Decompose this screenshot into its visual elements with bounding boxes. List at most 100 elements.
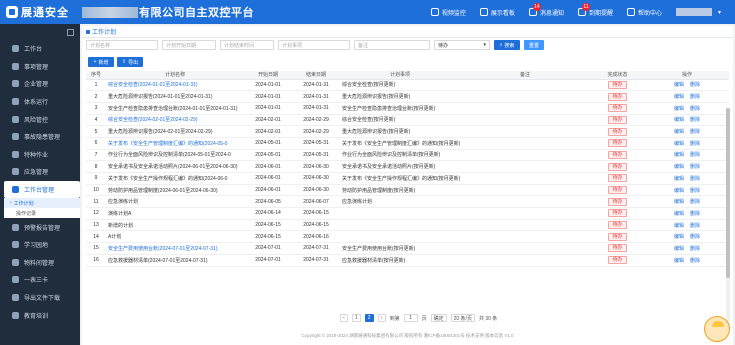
delete-link[interactable]: 删除 [690,188,700,194]
reset-button[interactable]: 重置 [524,40,544,50]
sidebar-item-workbench-management[interactable]: 工作台管理 [4,180,80,199]
cell-name: 重大危险源辨识报告(2024-01-01至2024-01-31) [106,90,244,103]
sidebar-item-training[interactable]: 教育培训 [0,306,80,324]
edit-link[interactable]: 编辑 [674,141,684,147]
plan-item-input[interactable]: 计划事项 [278,40,350,50]
cell-end: 2024-06-16 [292,230,340,244]
sidebar-item-enterprise[interactable]: 企业管理 [0,75,80,93]
nav-expiry-reminders[interactable]: 11 到期提醒 [577,2,613,17]
app-logo[interactable]: 展通安全 [0,4,80,20]
remark-input[interactable]: 备注 [354,40,430,50]
delete-link[interactable]: 删除 [690,82,700,88]
sidebar-item-matters[interactable]: 事项管理 [0,58,80,76]
edit-link[interactable]: 编辑 [674,246,684,252]
sidebar-subitem-operation-log[interactable]: 操作记录 [4,208,80,218]
cell-name[interactable]: 关于发布《安全生产管理制度汇编》的通知(2024-05-0 [106,137,244,150]
sidebar-item-export-download[interactable]: 导出文件下载 [0,289,80,307]
end-date-input[interactable]: 计划结束时间 [220,40,274,50]
plan-name-input[interactable]: 计划名称 [86,40,158,50]
delete-link[interactable]: 删除 [690,199,700,205]
edit-link[interactable]: 编辑 [674,176,684,182]
delete-link[interactable]: 删除 [690,223,700,229]
logo-icon [6,6,18,18]
sidebar-item-hazard[interactable]: 事故隐患管理 [0,128,80,146]
nav-label: 展示看板 [490,10,515,17]
sidebar-item-one-table-three-cards[interactable]: 一表三卡 [0,271,80,289]
search-button[interactable]: ⌕ 搜索 [494,40,520,50]
sidebar-item-learning[interactable]: 学习园地 [0,236,80,254]
status-select[interactable]: 待办 ▾ [434,40,490,50]
delete-link[interactable]: 删除 [690,246,700,252]
sidebar-item-special-work[interactable]: 特种作业 [0,146,80,164]
assistant-avatar[interactable] [704,316,730,342]
chevron-down-icon: ▾ [483,42,486,48]
edit-link[interactable]: 编辑 [674,188,684,194]
sidebar-item-materials[interactable]: 物料间管理 [0,254,80,272]
sidebar-subitem-work-plan[interactable]: 工作计划 [4,198,80,209]
sidebar-toggle[interactable] [0,24,80,40]
edit-link[interactable]: 编辑 [674,258,684,264]
edit-link[interactable]: 编辑 [674,117,684,123]
cell-start: 2024-06-01 [244,172,292,185]
scrollbar-thumb[interactable] [726,108,730,278]
next-page-button[interactable]: › [377,314,386,322]
grid-icon [67,28,74,36]
cell-name[interactable]: 综合安全检查(2024-01-01至2024-01-31) [106,79,244,92]
edit-link[interactable]: 编辑 [674,211,684,217]
delete-link[interactable]: 删除 [690,94,700,100]
page-button[interactable]: 1 [352,314,361,322]
table-row: 12 演练计划A 2024-06-14 2024-06-15 待办 编辑 删除 [86,207,729,220]
sidebar-item-warning-report[interactable]: 预警报告管理 [0,218,80,236]
delete-link[interactable]: 删除 [690,234,700,240]
goto-confirm-button[interactable]: 确定 [430,314,447,322]
delete-link[interactable]: 删除 [690,117,700,123]
add-button[interactable]: + 新增 [88,57,114,67]
export-button[interactable]: ⇪ 导出 [117,57,143,67]
tab-work-plan[interactable]: 工作计划 [86,27,116,36]
delete-link[interactable]: 删除 [690,152,700,158]
delete-link[interactable]: 删除 [690,106,700,112]
edit-link[interactable]: 编辑 [674,199,684,205]
delete-link[interactable]: 删除 [690,141,700,147]
edit-link[interactable]: 编辑 [674,234,684,240]
edit-link[interactable]: 编辑 [674,106,684,112]
cell-name[interactable]: 安全生产费用使用台账(2024-07-01至2024-07-31) [106,242,244,255]
edit-link[interactable]: 编辑 [674,94,684,100]
delete-link[interactable]: 删除 [690,176,700,182]
nav-dashboard[interactable]: 展示看板 [479,8,515,17]
nav-help-center[interactable]: 帮助中心 [626,8,662,17]
cell-start: 2024-06-05 [244,195,292,209]
start-date-input[interactable]: 计划开始日期 [162,40,216,50]
box-icon [12,258,19,266]
user-menu[interactable]: ▾ [675,8,721,16]
goto-page-input[interactable]: 1 [403,314,418,322]
cell-name[interactable]: 综合安全检查(2024-02-01至2024-02-29) [106,114,244,127]
edit-link[interactable]: 编辑 [674,82,684,88]
delete-link[interactable]: 删除 [690,258,700,264]
edit-link[interactable]: 编辑 [674,152,684,158]
cell-status: 待办 [590,184,645,197]
delete-link[interactable]: 删除 [690,164,700,170]
sidebar-item-risk-control[interactable]: 风险管控 [0,110,80,128]
cell-name: 安全生产检查隐患排查治理台账(2024-01-01至2024-01-31) [106,102,244,115]
page-size-select[interactable]: 20 条/页 [450,314,475,322]
delete-link[interactable]: 删除 [690,211,700,217]
sidebar-item-workbench[interactable]: 工作台 [0,40,80,58]
home-icon [12,45,19,53]
cell-item [340,219,460,232]
nav-video-monitor[interactable]: 视频监控 [430,8,466,17]
prev-page-button[interactable]: ‹ [340,314,348,322]
delete-link[interactable]: 删除 [690,129,700,135]
table-scrollbar[interactable] [726,108,730,328]
edit-link[interactable]: 编辑 [674,164,684,170]
card-icon [12,276,19,284]
nav-notifications[interactable]: 14 消息通知 [528,2,564,17]
sidebar-item-system-operation[interactable]: 体系运行 [0,93,80,111]
cell-end: 2024-06-30 [292,160,340,173]
page-button-current[interactable]: 2 [364,314,374,322]
cell-end: 2024-02-29 [292,125,340,138]
edit-link[interactable]: 编辑 [674,223,684,229]
sidebar-item-emergency[interactable]: 应急管理 [0,163,80,181]
footer-copyright: Copyright © 2019-2024 湖南展通科技集团有限公司 版权所有 … [301,333,514,338]
edit-link[interactable]: 编辑 [674,129,684,135]
